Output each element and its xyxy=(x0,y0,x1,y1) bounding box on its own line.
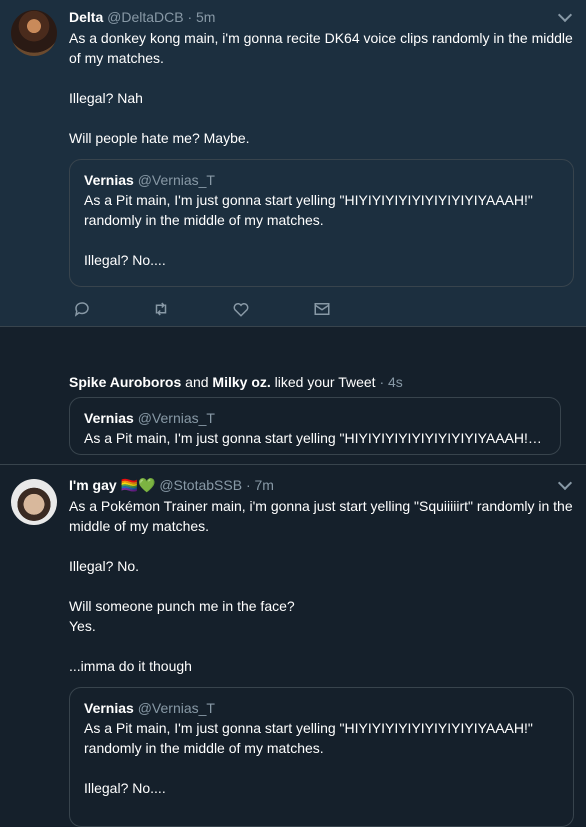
tweet-text: As a donkey kong main, i'm gonna recite … xyxy=(69,28,579,148)
tweet-line: Illegal? Nah xyxy=(69,90,143,106)
tweet-delta[interactable]: Delta @DeltaDCB · 5m As a donkey kong ma… xyxy=(0,0,586,327)
display-name[interactable]: Delta xyxy=(69,9,103,25)
tweet-line: As a donkey kong main, i'm gonna recite … xyxy=(69,30,573,66)
quoted-handle: @Vernias_T xyxy=(137,410,215,426)
quoted-name: Vernias xyxy=(84,410,134,426)
tweet-line: Will someone punch me in the face? Yes. xyxy=(69,598,295,634)
tweet-line: Will people hate me? Maybe. xyxy=(69,130,250,146)
retweet-icon[interactable] xyxy=(151,300,171,318)
quoted-handle: @Vernias_T xyxy=(137,172,215,188)
quoted-tweet[interactable]: Vernias @Vernias_T As a Pit main, I'm ju… xyxy=(69,159,574,287)
notification-text: Spike Auroboros and Milky oz. liked your… xyxy=(69,374,403,390)
tweet-header: I'm gay 🏳️‍🌈💚 @StotabSSB · 7m xyxy=(69,477,274,494)
notification-action: liked your Tweet xyxy=(270,374,376,390)
chevron-down-icon[interactable] xyxy=(557,475,573,491)
tweet-text: As a Pokémon Trainer main, i'm gonna jus… xyxy=(69,496,579,676)
quoted-handle: @Vernias_T xyxy=(137,700,215,716)
quoted-line: Illegal? No.... xyxy=(84,252,166,268)
tweet-line: As a Pokémon Trainer main, i'm gonna jus… xyxy=(69,498,573,534)
tweet-stotab[interactable]: I'm gay 🏳️‍🌈💚 @StotabSSB · 7m As a Pokém… xyxy=(0,465,586,827)
quoted-header: Vernias @Vernias_T xyxy=(84,170,559,190)
avatar[interactable] xyxy=(11,10,57,56)
tweet-header: Delta @DeltaDCB · 5m xyxy=(69,9,215,25)
quoted-header: Vernias @Vernias_T xyxy=(84,408,546,428)
avatar[interactable] xyxy=(11,479,57,525)
timestamp[interactable]: · 5m xyxy=(187,9,215,25)
quoted-name: Vernias xyxy=(84,172,134,188)
timestamp: · 4s xyxy=(375,374,403,390)
quoted-line: As a Pit main, I'm just gonna start yell… xyxy=(84,720,533,756)
quoted-tweet[interactable]: Vernias @Vernias_T As a Pit main, I'm ju… xyxy=(69,687,574,827)
display-name[interactable]: I'm gay xyxy=(69,477,117,493)
handle[interactable]: @StotabSSB xyxy=(159,477,242,493)
chevron-down-icon[interactable] xyxy=(557,7,573,23)
reply-icon[interactable] xyxy=(73,300,93,318)
emoji: 🏳️‍🌈💚 xyxy=(120,477,156,493)
quoted-line: As a Pit main, I'm just gonna start yell… xyxy=(84,192,533,228)
message-icon[interactable] xyxy=(313,300,333,318)
liker-name[interactable]: Milky oz. xyxy=(212,374,270,390)
tweet-line: Illegal? No. xyxy=(69,558,140,574)
quoted-line: As a Pit main, I'm just gonna start yell… xyxy=(84,430,546,446)
handle[interactable]: @DeltaDCB xyxy=(107,9,183,25)
liker-name[interactable]: Spike Auroboros xyxy=(69,374,181,390)
quoted-line: Illegal? No.... xyxy=(84,780,166,796)
quoted-tweet[interactable]: Vernias @Vernias_T As a Pit main, I'm ju… xyxy=(69,397,561,455)
quoted-header: Vernias @Vernias_T xyxy=(84,698,559,718)
quoted-name: Vernias xyxy=(84,700,134,716)
timestamp[interactable]: · 7m xyxy=(246,477,274,493)
connector-text: and xyxy=(181,374,213,390)
tweet-line: ...imma do it though xyxy=(69,658,192,674)
like-icon[interactable] xyxy=(232,300,252,318)
like-notification[interactable]: ♥ Spike Auroboros and Milky oz. liked yo… xyxy=(0,327,586,689)
